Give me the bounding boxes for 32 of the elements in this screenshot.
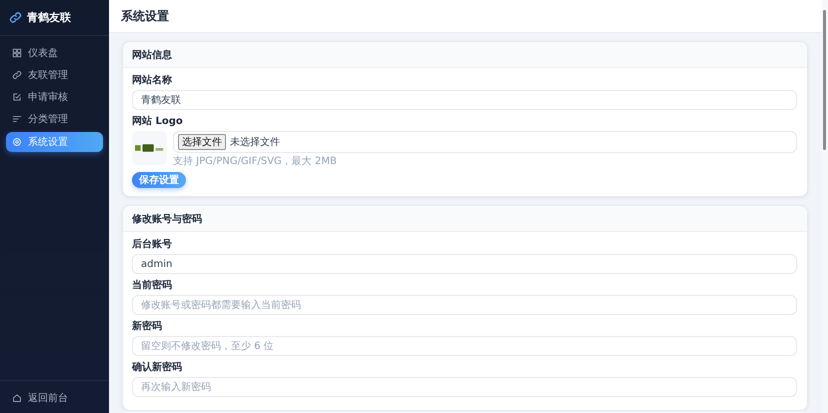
settings-icon: [12, 137, 22, 147]
input-field[interactable]: 留空则不修改密码，至少 6 位: [132, 336, 797, 356]
file-status: 未选择文件: [230, 136, 280, 149]
field-label: 网站名称: [132, 75, 173, 87]
field-label: 当前密码: [132, 280, 173, 292]
input-field[interactable]: 修改账号或密码都需要输入当前密码: [132, 295, 797, 315]
sidebar-item[interactable]: 申请审核: [6, 88, 103, 106]
sidebar-item[interactable]: 仪表盘: [6, 44, 103, 62]
list-icon: [12, 114, 22, 124]
input-field[interactable]: 再次输入新密码: [132, 377, 797, 397]
link-icon: [9, 11, 22, 24]
field-label: 新密码: [132, 321, 163, 333]
card-title: 网站信息: [132, 48, 172, 62]
scrollbar-thumb[interactable]: [823, 10, 826, 150]
home-icon: [12, 393, 22, 403]
card-title: 修改账号与密码: [132, 212, 202, 226]
input-field[interactable]: admin: [132, 254, 797, 274]
edit-icon: [12, 92, 22, 102]
link-icon: [12, 70, 22, 80]
grid-icon: [12, 48, 22, 58]
sidebar-item[interactable]: 友联管理: [6, 66, 103, 84]
choose-file-button[interactable]: 选择文件: [178, 134, 226, 150]
field-label: 确认新密码: [132, 362, 183, 374]
brand-name: 青鹤友联: [27, 10, 71, 25]
sidebar-item[interactable]: 分类管理: [6, 110, 103, 128]
file-input[interactable]: 选择文件 未选择文件: [173, 131, 797, 153]
input-field[interactable]: 青鹤友联: [132, 90, 797, 110]
field-label: 后台账号: [132, 239, 173, 251]
sidebar-item[interactable]: 返回前台: [6, 389, 103, 407]
field-label: 网站 Logo: [132, 116, 184, 128]
page-title: 系统设置: [121, 8, 169, 24]
upload-hint: 支持 JPG/PNG/GIF/SVG，最大 2MB: [173, 156, 338, 168]
